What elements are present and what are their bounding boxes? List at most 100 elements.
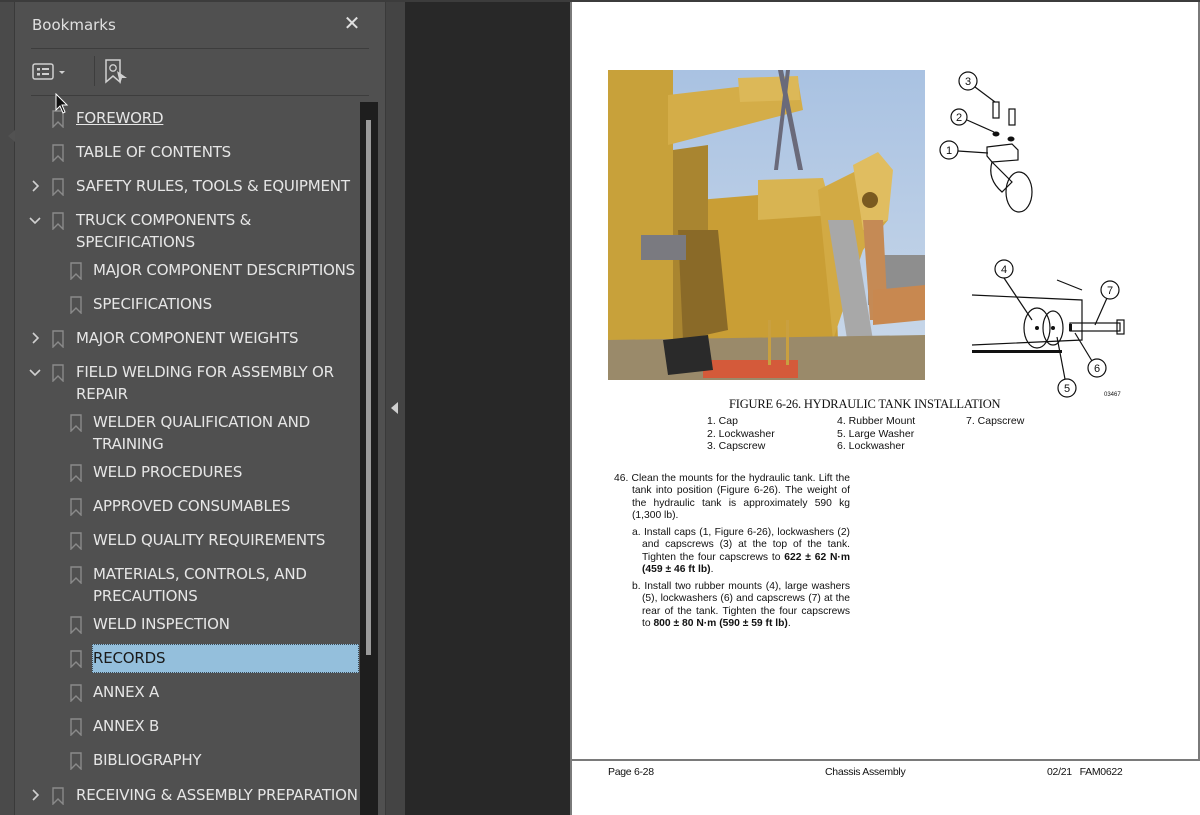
bookmark-item[interactable]: WELD PROCEDURES — [15, 461, 360, 487]
bookmark-label: MATERIALS, CONTROLS, AND — [93, 565, 307, 583]
bookmark-label: WELDER QUALIFICATION AND — [93, 413, 310, 431]
legend-column-1: 1. Cap 2. Lockwasher 3. Capscrew — [707, 415, 775, 453]
pdf-reader-app: Bookmarks ✕ FOREWORD TABLE OF CONTENTS S… — [0, 0, 1200, 815]
bookmark-label: FIELD WELDING FOR ASSEMBLY OR — [76, 363, 334, 381]
navigation-rail — [0, 2, 15, 815]
legend-item: 5. Large Washer — [837, 427, 915, 440]
hydraulic-tank-photo — [608, 70, 925, 380]
list-options-icon — [32, 63, 65, 80]
bookmark-item[interactable]: WELD INSPECTION — [15, 613, 360, 639]
bookmark-item[interactable]: APPROVED CONSUMABLES — [15, 495, 360, 521]
bookmark-icon — [70, 464, 82, 482]
bookmark-label-continued: TRAINING — [93, 435, 164, 453]
footer-divider — [572, 759, 1200, 761]
bookmark-item[interactable]: MAJOR COMPONENT DESCRIPTIONS — [15, 259, 360, 285]
chevron-down-icon[interactable] — [28, 213, 42, 227]
bookmark-label-continued: REPAIR — [76, 385, 128, 403]
chevron-right-icon[interactable] — [28, 179, 42, 193]
bookmark-item[interactable]: SAFETY RULES, TOOLS & EQUIPMENT — [15, 175, 360, 201]
bookmark-icon — [70, 684, 82, 702]
figure-caption: FIGURE 6-26. HYDRAULIC TANK INSTALLATION — [729, 397, 1001, 411]
bookmark-item[interactable]: SPECIFICATIONS — [15, 293, 360, 319]
bookmark-icon — [70, 414, 82, 432]
panel-splitter[interactable] — [385, 2, 405, 815]
toolbar-separator — [94, 56, 95, 86]
options-menu-button[interactable] — [31, 58, 71, 86]
bookmark-label: RECORDS — [93, 649, 166, 667]
bookmark-label: TABLE OF CONTENTS — [76, 143, 232, 161]
find-current-bookmark-button[interactable] — [103, 58, 133, 86]
bookmark-item[interactable]: FIELD WELDING FOR ASSEMBLY OR REPAIR — [15, 361, 360, 407]
svg-text:2: 2 — [956, 112, 962, 124]
bookmark-label: BIBLIOGRAPHY — [93, 751, 202, 769]
triangle-left-icon[interactable] — [391, 402, 398, 414]
bookmark-label: RECEIVING & ASSEMBLY PREPARATION — [76, 786, 358, 804]
bookmark-item[interactable]: MATERIALS, CONTROLS, AND PRECAUTIONS — [15, 563, 360, 609]
bookmark-item[interactable]: RECEIVING & ASSEMBLY PREPARATION — [15, 784, 360, 810]
bookmark-label-continued: SPECIFICATIONS — [76, 233, 195, 251]
legend-column-3: 7. Capscrew — [966, 415, 1024, 428]
bookmark-item[interactable]: MAJOR COMPONENT WEIGHTS — [15, 327, 360, 353]
close-panel-button[interactable]: ✕ — [341, 12, 363, 34]
footer-doc-id: 02/21 FAM0622 — [1047, 766, 1123, 778]
divider — [31, 95, 369, 96]
bookmarks-scrollbar[interactable] — [360, 102, 378, 815]
svg-text:5: 5 — [1064, 383, 1070, 395]
document-viewer: 3 2 1 4 7 6 5 03467 FIGURE 6-26. HYDRAUL… — [405, 2, 1200, 815]
legend-item: 2. Lockwasher — [707, 427, 775, 440]
bookmark-item[interactable]: TABLE OF CONTENTS — [15, 141, 360, 167]
cap-mount-diagram: 3 2 1 — [939, 71, 1033, 213]
pdf-page: 3 2 1 4 7 6 5 03467 FIGURE 6-26. HYDRAUL… — [570, 2, 1200, 815]
rear-mount-diagram: 4 7 6 5 03467 — [971, 259, 1125, 398]
bookmark-icon — [52, 144, 64, 162]
bookmark-item[interactable]: RECORDS — [15, 644, 360, 673]
step-a: a. Install caps (1, Figure 6-26), lockwa… — [632, 527, 850, 575]
footer-page-number: Page 6-28 — [608, 766, 654, 778]
bookmark-icon — [70, 532, 82, 550]
footer-section: Chassis Assembly — [825, 766, 906, 778]
legend-item: 3. Capscrew — [707, 440, 766, 452]
bookmark-icon — [52, 212, 64, 230]
bookmark-label: ANNEX B — [93, 717, 160, 735]
bookmark-label: WELD PROCEDURES — [93, 463, 243, 481]
bookmark-label: SAFETY RULES, TOOLS & EQUIPMENT — [76, 177, 350, 195]
svg-text:6: 6 — [1094, 363, 1100, 375]
legend-item: 4. Rubber Mount — [837, 415, 916, 427]
svg-text:4: 4 — [1001, 264, 1007, 276]
bookmark-icon — [70, 566, 82, 584]
legend-item: 6. Lockwasher — [837, 440, 905, 452]
bookmark-icon — [52, 787, 64, 805]
bookmark-label: TRUCK COMPONENTS & — [76, 211, 252, 229]
bookmark-icon — [52, 364, 64, 382]
bookmark-label: WELD INSPECTION — [93, 615, 230, 633]
bookmark-icon — [70, 498, 82, 516]
dropdown-caret-icon — [59, 71, 65, 74]
chevron-down-icon[interactable] — [28, 365, 42, 379]
bookmark-label: MAJOR COMPONENT DESCRIPTIONS — [93, 261, 355, 279]
bookmark-icon — [70, 752, 82, 770]
bookmark-label: APPROVED CONSUMABLES — [93, 497, 291, 515]
bookmark-item[interactable]: TRUCK COMPONENTS & SPECIFICATIONS — [15, 209, 360, 255]
bookmark-item[interactable]: BIBLIOGRAPHY — [15, 749, 360, 775]
bookmark-label: WELD QUALITY REQUIREMENTS — [93, 531, 326, 549]
find-current-bookmark-icon — [105, 59, 127, 84]
scrollbar-thumb[interactable] — [366, 120, 371, 655]
chevron-right-icon[interactable] — [28, 331, 42, 345]
panel-title: Bookmarks — [32, 16, 116, 34]
legend-item: 1. Cap — [707, 415, 738, 427]
svg-text:7: 7 — [1107, 285, 1113, 297]
bookmark-icon — [70, 650, 82, 668]
step-b: b. Install two rubber mounts (4), large … — [632, 581, 850, 629]
bookmark-icon — [70, 616, 82, 634]
bookmark-icon — [52, 330, 64, 348]
chevron-right-icon[interactable] — [28, 788, 42, 802]
bookmark-item[interactable]: WELD QUALITY REQUIREMENTS — [15, 529, 360, 555]
bookmark-item[interactable]: ANNEX A — [15, 681, 360, 707]
bookmark-item[interactable]: WELDER QUALIFICATION AND TRAINING — [15, 411, 360, 457]
bookmark-icon — [70, 262, 82, 280]
bookmark-label: ANNEX A — [93, 683, 160, 701]
bookmark-item[interactable]: ANNEX B — [15, 715, 360, 741]
legend-item: 7. Capscrew — [966, 415, 1025, 427]
legend-column-2: 4. Rubber Mount 5. Large Washer 6. Lockw… — [837, 415, 915, 453]
bookmark-label: FOREWORD — [76, 109, 164, 127]
